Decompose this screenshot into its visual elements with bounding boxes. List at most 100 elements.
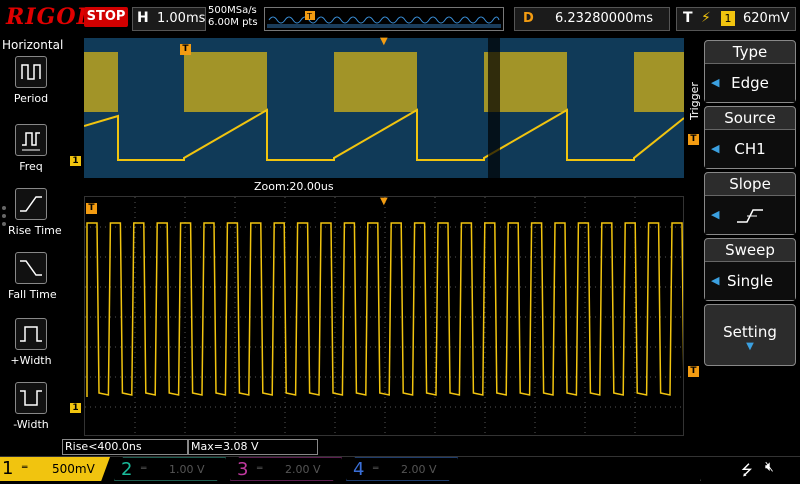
burst-region: [184, 52, 267, 112]
lower-center-marker: ▼: [380, 196, 388, 207]
sweep-value: Single: [726, 272, 774, 290]
zoomed-trace: [86, 222, 697, 397]
dc-coupling-icon: ═: [373, 464, 379, 474]
dc-coupling-icon: ═: [22, 463, 28, 473]
trigger-type-menu[interactable]: Type ◀ Edge: [704, 40, 796, 103]
horizontal-measure-panel: Horizontal Period Freq Rise Time Fall Ti…: [0, 36, 64, 456]
memory-depth: 6.00M pts: [208, 17, 258, 28]
ch2-number: 2: [121, 459, 133, 480]
measure-freq-button[interactable]: Freq: [8, 124, 54, 173]
dc-coupling-icon: ═: [141, 464, 147, 474]
ch2-tab[interactable]: 2 ═ 1.00 V: [114, 457, 226, 481]
delay-key: D: [523, 11, 534, 26]
trigger-source-menu[interactable]: Source ◀ CH1: [704, 106, 796, 169]
upper-center-marker: ▼: [380, 36, 388, 47]
ch2-scale: 1.00 V: [169, 463, 205, 476]
measure-fall-time-button[interactable]: Fall Time: [8, 252, 57, 301]
ch4-tab[interactable]: 4 ═ 2.00 V: [346, 457, 458, 481]
trigger-setting-menu[interactable]: Setting ▼: [704, 304, 796, 366]
trigger-level: 620mV: [743, 11, 790, 26]
timebase-box[interactable]: H 1.00ms: [132, 7, 206, 31]
freq-icon: [15, 124, 47, 156]
acquisition-info: 500MSa/s 6.00M pts: [208, 5, 258, 29]
usb-icon: ⭍: [741, 463, 753, 479]
period-icon: [15, 56, 47, 88]
trigger-channel-badge: 1: [721, 11, 735, 26]
svg-text:T: T: [306, 12, 312, 21]
type-title: Type: [732, 43, 768, 61]
upper-trigger-position-marker[interactable]: T: [180, 44, 191, 55]
waveform-overview-minimap[interactable]: T: [264, 7, 504, 31]
sample-rate: 500MSa/s: [208, 5, 257, 16]
upper-trigger-level-marker[interactable]: T: [688, 134, 699, 145]
ch1-tab[interactable]: 1 ═ 500mV: [0, 457, 110, 481]
panel-title: Horizontal: [2, 38, 64, 52]
run-stop-indicator[interactable]: STOP: [84, 7, 128, 27]
fall-time-label: Fall Time: [8, 288, 57, 301]
channel-status-bar: 1 ═ 500mV 2 ═ 1.00 V 3 ═ 2.00 V 4 ═ 2.00…: [0, 456, 800, 481]
rigol-logo: RIGOL: [6, 4, 93, 30]
measure-rise-time-button[interactable]: Rise Time: [8, 188, 62, 237]
trigger-sweep-menu[interactable]: Sweep ◀ Single: [704, 238, 796, 301]
timebase-key: H: [137, 10, 149, 26]
speaker-muted-icon[interactable]: 🔇︎: [765, 459, 774, 475]
neg-width-icon: [15, 382, 47, 414]
delay-box[interactable]: D 6.23280000ms: [514, 7, 670, 31]
ch1-number: 1: [2, 458, 14, 479]
fall-time-icon: [15, 252, 47, 284]
top-status-bar: RIGOL STOP H 1.00ms 500MSa/s 6.00M pts T…: [0, 0, 800, 36]
max-measurement: Max=3.08 V: [188, 439, 318, 455]
measure-period-button[interactable]: Period: [8, 56, 54, 105]
ch3-number: 3: [237, 459, 249, 480]
rise-time-icon: [15, 188, 47, 220]
setting-title: Setting: [723, 323, 777, 341]
rising-edge-icon: ⚡: [701, 10, 711, 26]
freq-label: Freq: [19, 160, 43, 173]
rise-time-measurement: Rise<400.0ns: [62, 439, 188, 455]
system-status-area: ⭍ 🔇︎: [700, 457, 800, 481]
measure-pos-width-button[interactable]: +Width: [8, 318, 54, 367]
overview-trace: [84, 108, 684, 161]
source-title: Source: [724, 109, 776, 127]
left-arrow-icon: ◀: [711, 208, 720, 221]
burst-region: [84, 52, 118, 112]
measure-neg-width-button[interactable]: -Width: [8, 382, 54, 431]
burst-region: [334, 52, 417, 112]
overview-waveform: [84, 38, 684, 178]
zoom-label: Zoom:20.00us: [254, 180, 334, 193]
lower-trigger-position-marker[interactable]: T: [86, 203, 97, 214]
delay-value: 6.23280000ms: [555, 11, 654, 26]
minimap-wave: T: [267, 11, 501, 28]
lower-trigger-level-marker[interactable]: T: [688, 366, 699, 377]
lower-ch1-offset-marker[interactable]: 1: [70, 403, 81, 413]
source-value: CH1: [734, 140, 766, 158]
zoom-window[interactable]: [84, 196, 697, 436]
ch4-number: 4: [353, 459, 365, 480]
trigger-slope-menu[interactable]: Slope ◀: [704, 172, 796, 235]
burst-region: [634, 52, 684, 112]
upper-ch1-offset-marker[interactable]: 1: [70, 156, 81, 166]
trigger-status-box[interactable]: T ⚡ 1 620mV: [676, 7, 796, 31]
trigger-key: T: [683, 10, 693, 26]
trigger-menu-title: Trigger: [688, 82, 701, 120]
rising-edge-icon: [737, 208, 763, 223]
period-label: Period: [13, 92, 49, 105]
ch1-scale: 500mV: [52, 462, 95, 476]
left-arrow-icon: ◀: [711, 274, 720, 287]
panel-scroll-dots: [2, 206, 6, 246]
type-value: Edge: [731, 74, 769, 92]
ch3-tab[interactable]: 3 ═ 2.00 V: [230, 457, 342, 481]
zoom-region-indicator: [488, 38, 500, 178]
neg-width-label: -Width: [13, 418, 49, 431]
sweep-title: Sweep: [725, 241, 775, 259]
pos-width-icon: [15, 318, 47, 350]
down-arrow-icon: ▼: [746, 341, 754, 352]
left-arrow-icon: ◀: [711, 142, 720, 155]
left-arrow-icon: ◀: [711, 76, 720, 89]
rise-time-label: Rise Time: [8, 224, 62, 237]
main-timebase-window[interactable]: [84, 38, 684, 178]
timebase-value: 1.00ms: [157, 11, 206, 26]
dc-coupling-icon: ═: [257, 464, 263, 474]
ch3-scale: 2.00 V: [285, 463, 321, 476]
slope-title: Slope: [729, 175, 771, 193]
